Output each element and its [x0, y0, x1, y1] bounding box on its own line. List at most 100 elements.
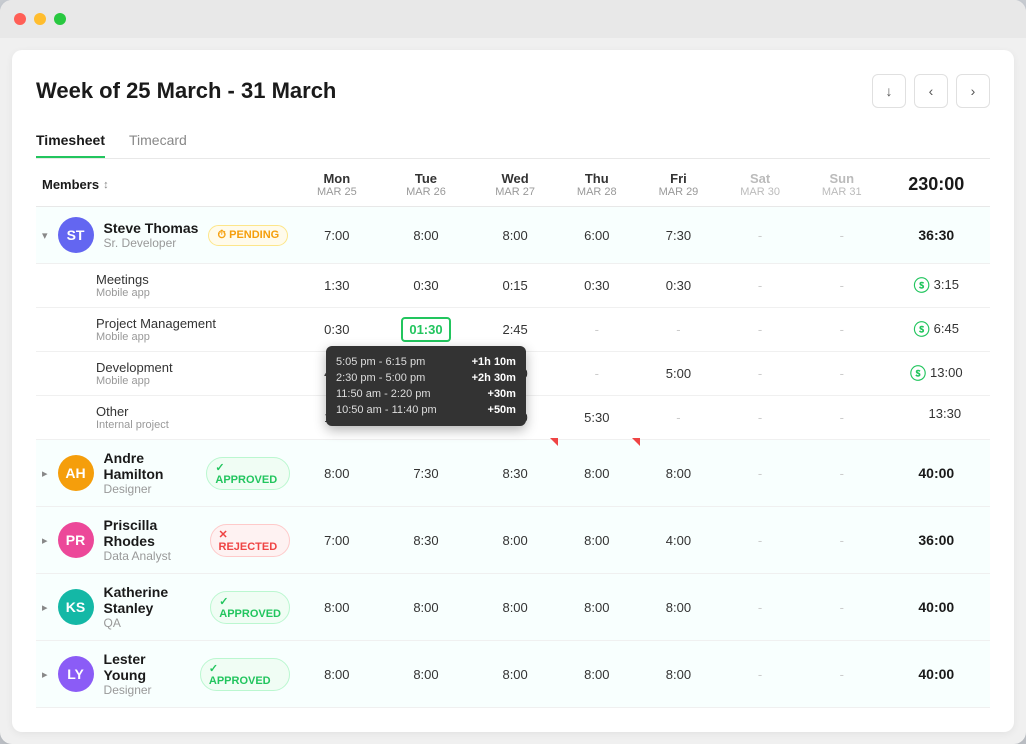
member-total: 40:00 [883, 574, 990, 641]
close-dot[interactable] [14, 13, 26, 25]
task-col: Project Management Mobile app [36, 308, 296, 352]
member-col: ▸ PR Priscilla Rhodes Data Analyst ✕ REJ… [36, 507, 296, 574]
day-cell[interactable]: - [719, 264, 801, 308]
day-cell[interactable]: - [719, 352, 801, 396]
day-cell[interactable]: - [556, 352, 638, 396]
day-cell[interactable]: 5:00 [638, 352, 720, 396]
s-icon: ⓢ [914, 316, 930, 340]
day-cell[interactable]: 0:30 [296, 308, 378, 352]
member-row: ▸ LY Lester Young Designer ✓ APPROVED 8:… [36, 641, 990, 708]
day-cell[interactable]: - [801, 352, 883, 396]
day-cell[interactable]: 8:00 [638, 440, 720, 507]
maximize-dot[interactable] [54, 13, 66, 25]
member-role: Designer [104, 683, 190, 697]
s-icon: ⓢ [914, 272, 930, 296]
day-cell[interactable]: 8:00 [296, 641, 378, 708]
day-cell[interactable]: 8:00 [378, 641, 475, 708]
task-project: Mobile app [96, 375, 290, 387]
day-cell[interactable]: - [801, 396, 883, 440]
member-name: Lester Young [104, 651, 190, 683]
day-cell[interactable]: - [638, 396, 720, 440]
day-cell[interactable]: 0:30 [378, 264, 475, 308]
day-cell[interactable]: 7:00 [296, 207, 378, 264]
day-cell[interactable]: 0:30 [556, 264, 638, 308]
avatar: AH [58, 455, 94, 491]
tab-timesheet[interactable]: Timesheet [36, 124, 105, 158]
edit-cell[interactable]: 01:30 [401, 317, 450, 342]
day-cell[interactable]: 8:00 [638, 641, 720, 708]
day-cell[interactable]: 8:00 [474, 507, 556, 574]
sort-icon[interactable]: ↕ [103, 179, 109, 191]
grand-total: 230:00 [883, 159, 990, 207]
expand-chevron[interactable]: ▸ [42, 467, 48, 480]
day-cell[interactable]: 8:00 [556, 507, 638, 574]
day-cell[interactable]: - [801, 574, 883, 641]
app-window: Week of 25 March - 31 March ↓ ‹ › Timesh… [0, 0, 1026, 744]
day-cell[interactable]: - [801, 308, 883, 352]
day-cell[interactable]: 8:30 [474, 440, 556, 507]
s-icon: ⓢ [910, 360, 926, 384]
expand-chevron[interactable]: ▸ [42, 668, 48, 681]
member-col: ▸ KS Katherine Stanley QA ✓ APPROVED [36, 574, 296, 641]
day-cell[interactable]: 4:00 [638, 507, 720, 574]
download-button[interactable]: ↓ [872, 74, 906, 108]
status-badge: ✓ APPROVED [210, 591, 290, 624]
next-week-button[interactable]: › [956, 74, 990, 108]
day-cell[interactable]: - [638, 308, 720, 352]
col-tue: TueMAR 26 [378, 159, 475, 207]
day-cell[interactable]: - [801, 440, 883, 507]
day-cell[interactable]: 8:00 [556, 440, 638, 507]
day-cell[interactable]: 01:30 5:05 pm - 6:15 pm+1h 10m2:30 pm - … [378, 308, 475, 352]
status-badge: ⏱ PENDING [208, 225, 288, 246]
day-cell[interactable]: 8:00 [378, 574, 475, 641]
day-cell[interactable]: 0:15 [474, 264, 556, 308]
expand-chevron[interactable]: ▸ [42, 601, 48, 614]
day-cell[interactable]: 8:00 [556, 574, 638, 641]
day-cell[interactable]: 6:00 [556, 207, 638, 264]
day-cell[interactable]: - [719, 574, 801, 641]
day-cell[interactable]: - [719, 440, 801, 507]
task-row: Project Management Mobile app 0:30 01:30… [36, 308, 990, 352]
day-cell[interactable]: 7:30 [638, 207, 720, 264]
day-cell[interactable]: 8:00 [378, 207, 475, 264]
expand-chevron[interactable]: ▾ [42, 229, 48, 242]
member-row: ▸ PR Priscilla Rhodes Data Analyst ✕ REJ… [36, 507, 990, 574]
avatar: ST [58, 217, 94, 253]
day-cell[interactable]: 2:45 [474, 308, 556, 352]
member-name: Katherine Stanley [104, 584, 201, 616]
day-cell[interactable]: - [719, 308, 801, 352]
expand-chevron[interactable]: ▸ [42, 534, 48, 547]
day-cell[interactable]: 8:30 [378, 507, 475, 574]
day-cell[interactable]: 8:00 [556, 641, 638, 708]
member-total: 40:00 [883, 641, 990, 708]
day-cell[interactable]: - [719, 207, 801, 264]
day-cell[interactable]: 1:30 [296, 264, 378, 308]
day-cell[interactable]: - [719, 507, 801, 574]
day-cell[interactable]: 7:30 [378, 440, 475, 507]
day-cell[interactable]: - [801, 641, 883, 708]
day-cell[interactable]: 8:00 [296, 440, 378, 507]
task-total: ⓢ 13:30 [883, 396, 990, 431]
avatar: KS [58, 589, 94, 625]
day-cell[interactable]: 8:00 [474, 207, 556, 264]
task-total: ⓢ 13:00 [883, 352, 990, 392]
day-cell[interactable]: - [556, 308, 638, 352]
day-cell[interactable]: 8:00 [474, 574, 556, 641]
col-sat: SatMAR 30 [719, 159, 801, 207]
task-total-val: 13:00 [930, 365, 963, 380]
prev-week-button[interactable]: ‹ [914, 74, 948, 108]
task-project: Internal project [96, 419, 290, 431]
day-cell[interactable]: 8:00 [474, 641, 556, 708]
day-cell[interactable]: 5:30 [556, 396, 638, 440]
day-cell[interactable]: - [801, 507, 883, 574]
day-cell[interactable]: - [719, 396, 801, 440]
day-cell[interactable]: - [719, 641, 801, 708]
tab-timecard[interactable]: Timecard [129, 124, 187, 158]
day-cell[interactable]: 0:30 [638, 264, 720, 308]
day-cell[interactable]: - [801, 264, 883, 308]
day-cell[interactable]: 8:00 [296, 574, 378, 641]
day-cell[interactable]: 8:00 [638, 574, 720, 641]
day-cell[interactable]: 7:00 [296, 507, 378, 574]
minimize-dot[interactable] [34, 13, 46, 25]
day-cell[interactable]: - [801, 207, 883, 264]
